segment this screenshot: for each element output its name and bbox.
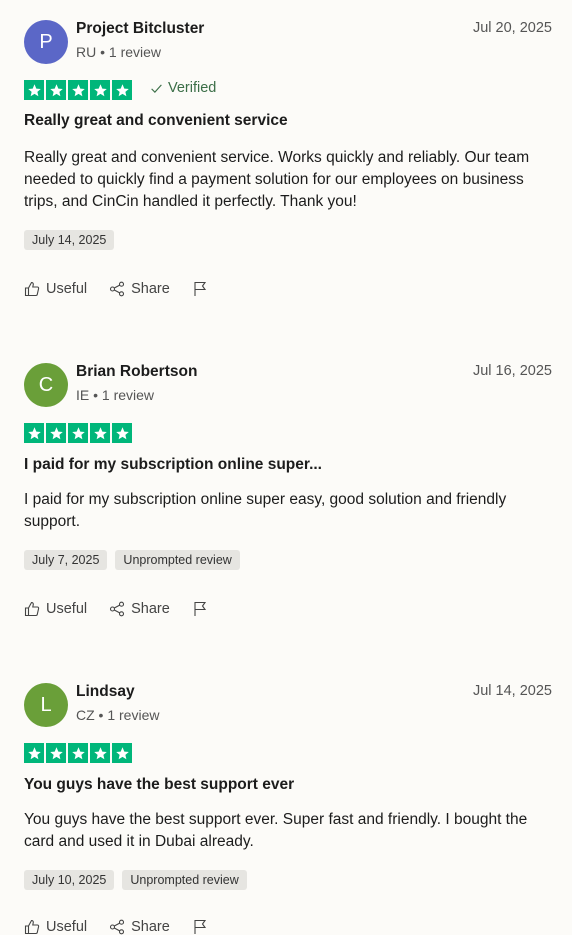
review-date: Jul 16, 2025 bbox=[472, 363, 552, 379]
flag-button[interactable] bbox=[192, 601, 208, 617]
avatar[interactable]: L bbox=[24, 683, 68, 727]
experience-date-tag: July 10, 2025 bbox=[24, 870, 115, 890]
useful-button[interactable]: Useful bbox=[24, 919, 87, 935]
reviewer-name[interactable]: Project Bitcluster bbox=[76, 20, 204, 38]
review-body: You guys have the best support ever. Sup… bbox=[24, 811, 528, 850]
review-tags: July 10, 2025 Unprompted review bbox=[24, 870, 247, 890]
useful-label: Useful bbox=[46, 919, 88, 935]
review-date: Jul 20, 2025 bbox=[472, 20, 552, 36]
review-tags: July 7, 2025 Unprompted review bbox=[24, 550, 240, 570]
review-tags: July 14, 2025 bbox=[24, 230, 115, 250]
share-icon bbox=[110, 919, 125, 935]
share-label: Share bbox=[131, 601, 170, 617]
unprompted-review-tag[interactable]: Unprompted review bbox=[122, 870, 247, 890]
star-icon bbox=[68, 743, 88, 763]
review-actions: Useful Share bbox=[24, 601, 230, 617]
share-icon bbox=[110, 281, 125, 297]
thumbs-up-icon bbox=[24, 281, 40, 297]
review-body: I paid for my subscription online super … bbox=[24, 491, 507, 530]
useful-button[interactable]: Useful bbox=[24, 281, 87, 297]
avatar[interactable]: P bbox=[24, 20, 68, 64]
flag-button[interactable] bbox=[192, 919, 208, 935]
star-icon bbox=[90, 80, 110, 100]
star-icon bbox=[68, 80, 88, 100]
star-rating bbox=[24, 80, 132, 100]
star-icon bbox=[68, 423, 88, 443]
star-icon bbox=[24, 743, 44, 763]
star-icon bbox=[90, 743, 110, 763]
star-icon bbox=[46, 743, 66, 763]
review-title[interactable]: Really great and convenient service bbox=[24, 112, 288, 130]
share-button[interactable]: Share bbox=[109, 601, 170, 617]
star-icon bbox=[24, 423, 44, 443]
useful-button[interactable]: Useful bbox=[24, 601, 87, 617]
reviewer-name[interactable]: Brian Robertson bbox=[76, 363, 197, 381]
useful-label: Useful bbox=[46, 601, 88, 617]
flag-icon bbox=[194, 601, 206, 616]
unprompted-review-tag[interactable]: Unprompted review bbox=[115, 550, 240, 570]
check-icon bbox=[151, 83, 162, 93]
useful-label: Useful bbox=[46, 281, 88, 297]
avatar[interactable]: C bbox=[24, 363, 68, 407]
review-body: Really great and convenient service. Wor… bbox=[24, 149, 530, 210]
reviewer-meta: RU • 1 review bbox=[76, 44, 162, 60]
flag-button[interactable] bbox=[192, 281, 208, 297]
experience-date-tag: July 7, 2025 bbox=[24, 550, 108, 570]
share-label: Share bbox=[131, 919, 170, 935]
experience-date-tag: July 14, 2025 bbox=[24, 230, 115, 250]
verified-label: Verified bbox=[168, 80, 217, 96]
star-icon bbox=[46, 80, 66, 100]
review-actions: Useful Share bbox=[24, 919, 230, 935]
reviewer-meta: IE • 1 review bbox=[76, 387, 155, 403]
star-icon bbox=[112, 743, 132, 763]
star-icon bbox=[24, 80, 44, 100]
share-icon bbox=[110, 601, 125, 617]
star-icon bbox=[112, 80, 132, 100]
star-rating bbox=[24, 423, 132, 443]
thumbs-up-icon bbox=[24, 919, 40, 935]
thumbs-up-icon bbox=[24, 601, 40, 617]
star-icon bbox=[90, 423, 110, 443]
star-icon bbox=[112, 423, 132, 443]
reviewer-meta: CZ • 1 review bbox=[76, 707, 160, 723]
flag-icon bbox=[194, 281, 206, 296]
review-actions: Useful Share bbox=[24, 281, 230, 297]
reviewer-name[interactable]: Lindsay bbox=[76, 683, 135, 701]
review-title[interactable]: I paid for my subscription online super.… bbox=[24, 456, 322, 474]
share-label: Share bbox=[131, 281, 170, 297]
share-button[interactable]: Share bbox=[109, 919, 170, 935]
review-title[interactable]: You guys have the best support ever bbox=[24, 776, 294, 794]
verified-badge[interactable]: Verified bbox=[150, 80, 216, 96]
share-button[interactable]: Share bbox=[109, 281, 170, 297]
flag-icon bbox=[194, 919, 206, 934]
star-icon bbox=[46, 423, 66, 443]
review-date: Jul 14, 2025 bbox=[472, 683, 552, 699]
star-rating bbox=[24, 743, 132, 763]
